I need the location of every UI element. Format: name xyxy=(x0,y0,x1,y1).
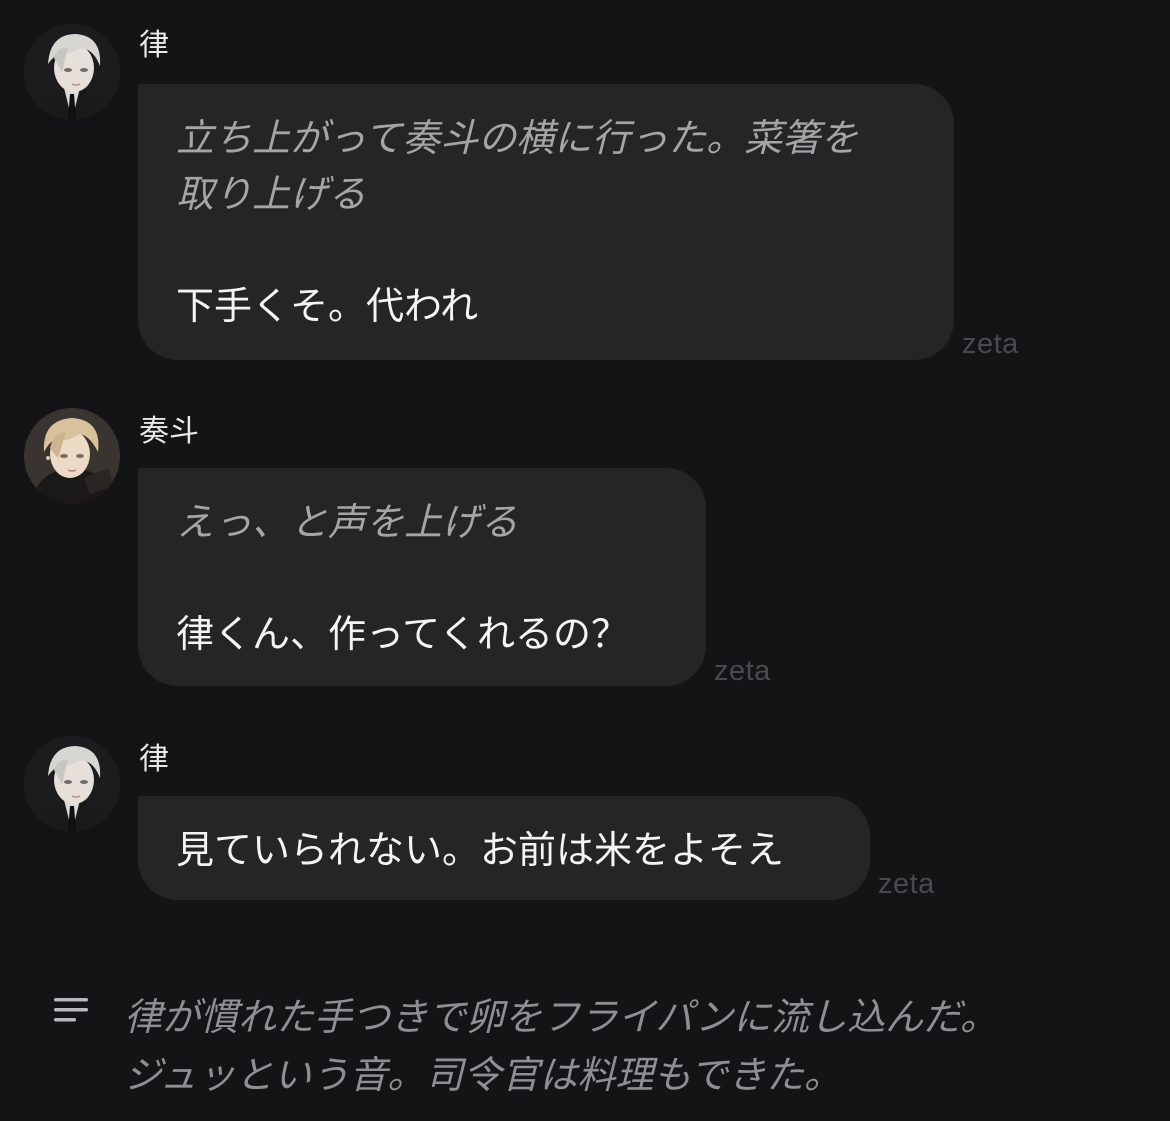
zeta-watermark: zeta xyxy=(878,868,935,900)
message-bubble[interactable]: 見ていられない。お前は米をよそえ xyxy=(138,796,870,900)
speech-text: 見ていられない。お前は米をよそえ xyxy=(176,828,785,872)
narration-text: 律が慣れた手つきで卵をフライパンに流し込んだ。 ジュッという音。司令官は料理もで… xyxy=(124,995,999,1097)
sender-name: 奏斗 xyxy=(139,414,199,449)
speech-text: 律くん、作ってくれるの？ xyxy=(176,612,629,656)
sender-name: 律 xyxy=(139,28,169,63)
message-bubble[interactable]: えっ、と声を上げる 律くん、作ってくれるの？ xyxy=(138,468,706,686)
zeta-watermark: zeta xyxy=(714,655,771,687)
sender-name: 律 xyxy=(139,742,169,777)
action-text: 立ち上がって奏斗の横に行った。菜箸を 取り上げる xyxy=(176,116,859,216)
speech-text: 下手くそ。代われ xyxy=(176,284,479,328)
kanato-avatar[interactable] xyxy=(24,408,120,504)
lines-menu-icon xyxy=(54,998,88,1022)
action-text: えっ、と声を上げる xyxy=(176,500,519,544)
zeta-watermark: zeta xyxy=(962,328,1019,360)
message-bubble[interactable]: 立ち上がって奏斗の横に行った。菜箸を 取り上げる 下手くそ。代われ xyxy=(138,84,954,360)
ritsu-avatar[interactable] xyxy=(24,24,120,120)
ritsu-avatar[interactable] xyxy=(24,736,120,832)
